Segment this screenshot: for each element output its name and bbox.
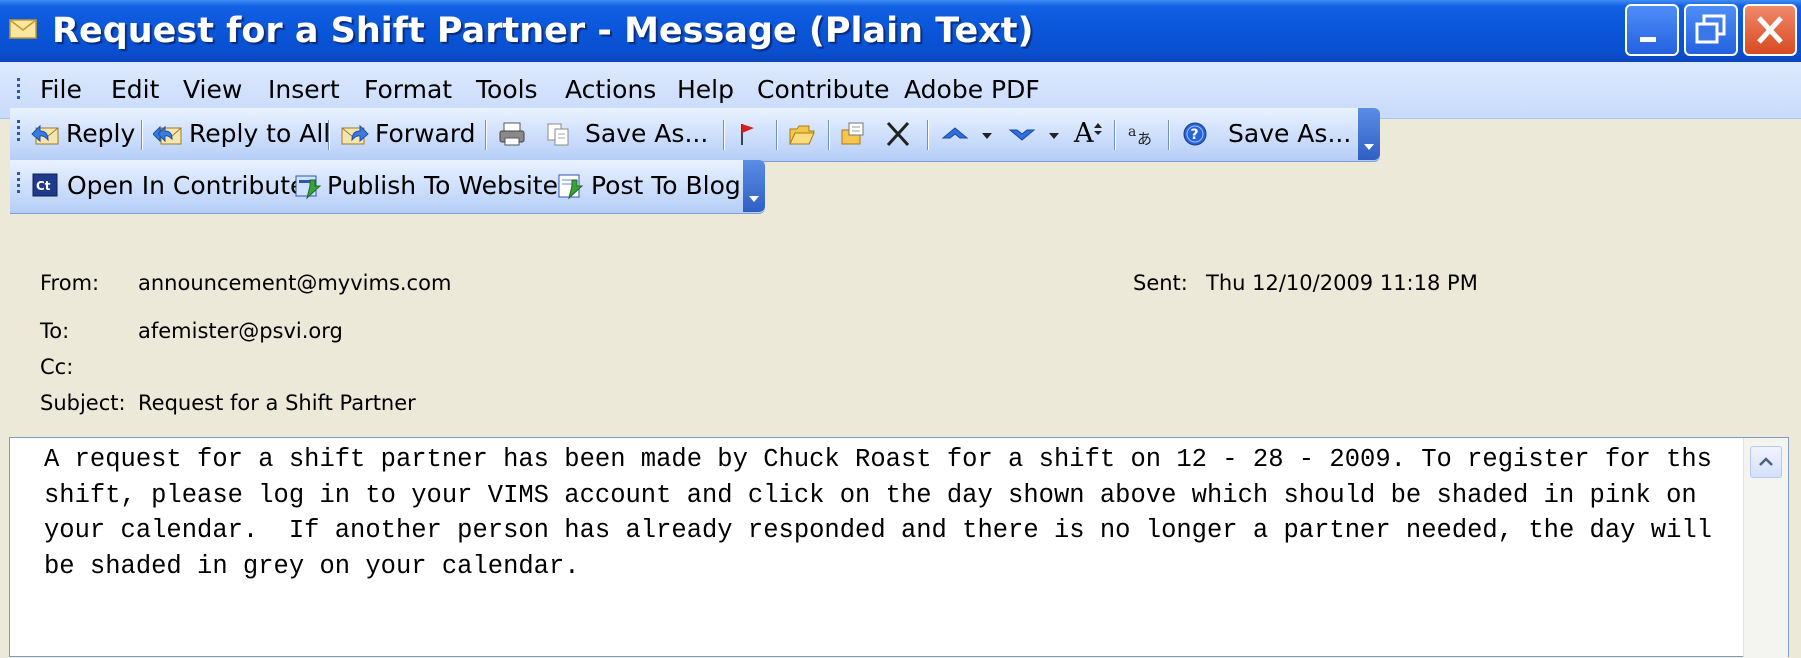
flag-icon[interactable] [732,120,762,148]
chevron-up-icon [1759,457,1773,466]
to-label: To: [40,319,70,343]
reply-button[interactable]: Reply [66,108,135,160]
next-item-icon[interactable] [1007,120,1037,148]
encoding-icon[interactable]: a あ [1126,120,1156,148]
publish-to-website-button[interactable]: Publish To Website [327,160,558,212]
move-to-folder-icon[interactable] [838,120,868,148]
previous-item-icon[interactable] [940,120,970,148]
forward-button[interactable]: Forward [375,108,476,160]
message-body[interactable]: A request for a shift partner has been m… [9,437,1789,658]
minimize-button[interactable] [1625,4,1679,56]
contribute-icon: Ct [32,173,58,197]
svg-text:?: ? [1191,127,1199,143]
scroll-up-button[interactable] [1750,446,1782,478]
sent-label: Sent: [1133,271,1188,295]
window-title: Request for a Shift Partner - Message (P… [52,11,1034,51]
vertical-scrollbar[interactable] [1743,438,1788,658]
print-icon[interactable] [497,120,527,148]
subject-label: Subject: [40,391,126,415]
publish-website-icon [295,175,322,200]
font-size-button[interactable]: A [1074,108,1094,160]
font-size-arrows-icon [1094,123,1102,135]
standard-toolbar: Reply Reply to All Forward Save As... A … [10,108,1380,162]
title-bar: Request for a Shift Partner - Message (P… [0,0,1801,62]
forward-icon [341,124,369,145]
svg-text:あ: あ [1137,130,1152,148]
delete-icon[interactable] [883,120,913,148]
svg-text:a: a [1128,124,1136,140]
cc-label: Cc: [40,355,74,379]
close-icon [1757,16,1783,44]
toolbar-grip[interactable] [17,120,21,144]
subject-value: Request for a Shift Partner [138,391,416,415]
post-to-blog-icon [558,174,584,200]
toolbar-overflow-button[interactable] [1358,108,1380,160]
save-as-button[interactable]: Save As... [585,108,708,160]
next-dropdown-icon[interactable] [1045,120,1063,148]
toolbar2-overflow-button[interactable] [743,160,765,212]
from-label: From: [40,271,100,295]
to-value[interactable]: afemister@psvi.org [138,319,343,343]
sent-value: Thu 12/10/2009 11:18 PM [1206,271,1478,295]
menu-grip[interactable] [17,78,21,102]
from-value[interactable]: announcement@myvims.com [138,271,451,295]
previous-dropdown-icon[interactable] [978,120,996,148]
open-in-contribute-button[interactable]: Open In Contribute [67,160,305,212]
toolbar-grip-2[interactable] [17,172,21,196]
minimize-icon [1640,37,1656,42]
reply-all-icon [153,125,182,145]
reply-icon [31,124,59,145]
save-as-button-2[interactable]: Save As... [1228,108,1351,160]
help-icon[interactable]: ? [1180,120,1210,148]
envelope-icon [9,19,37,39]
message-text[interactable]: A request for a shift partner has been m… [44,442,1714,584]
maximize-button[interactable] [1684,4,1738,56]
open-folder-icon[interactable] [787,120,817,148]
svg-text:Ct: Ct [36,179,51,193]
close-button[interactable] [1743,4,1797,56]
restore-icon [1695,14,1726,44]
copy-icon[interactable] [543,120,573,148]
post-to-blog-button[interactable]: Post To Blog [591,160,741,212]
contribute-toolbar: Ct Open In Contribute Publish To Website… [10,160,765,214]
reply-to-all-button[interactable]: Reply to All [189,108,330,160]
